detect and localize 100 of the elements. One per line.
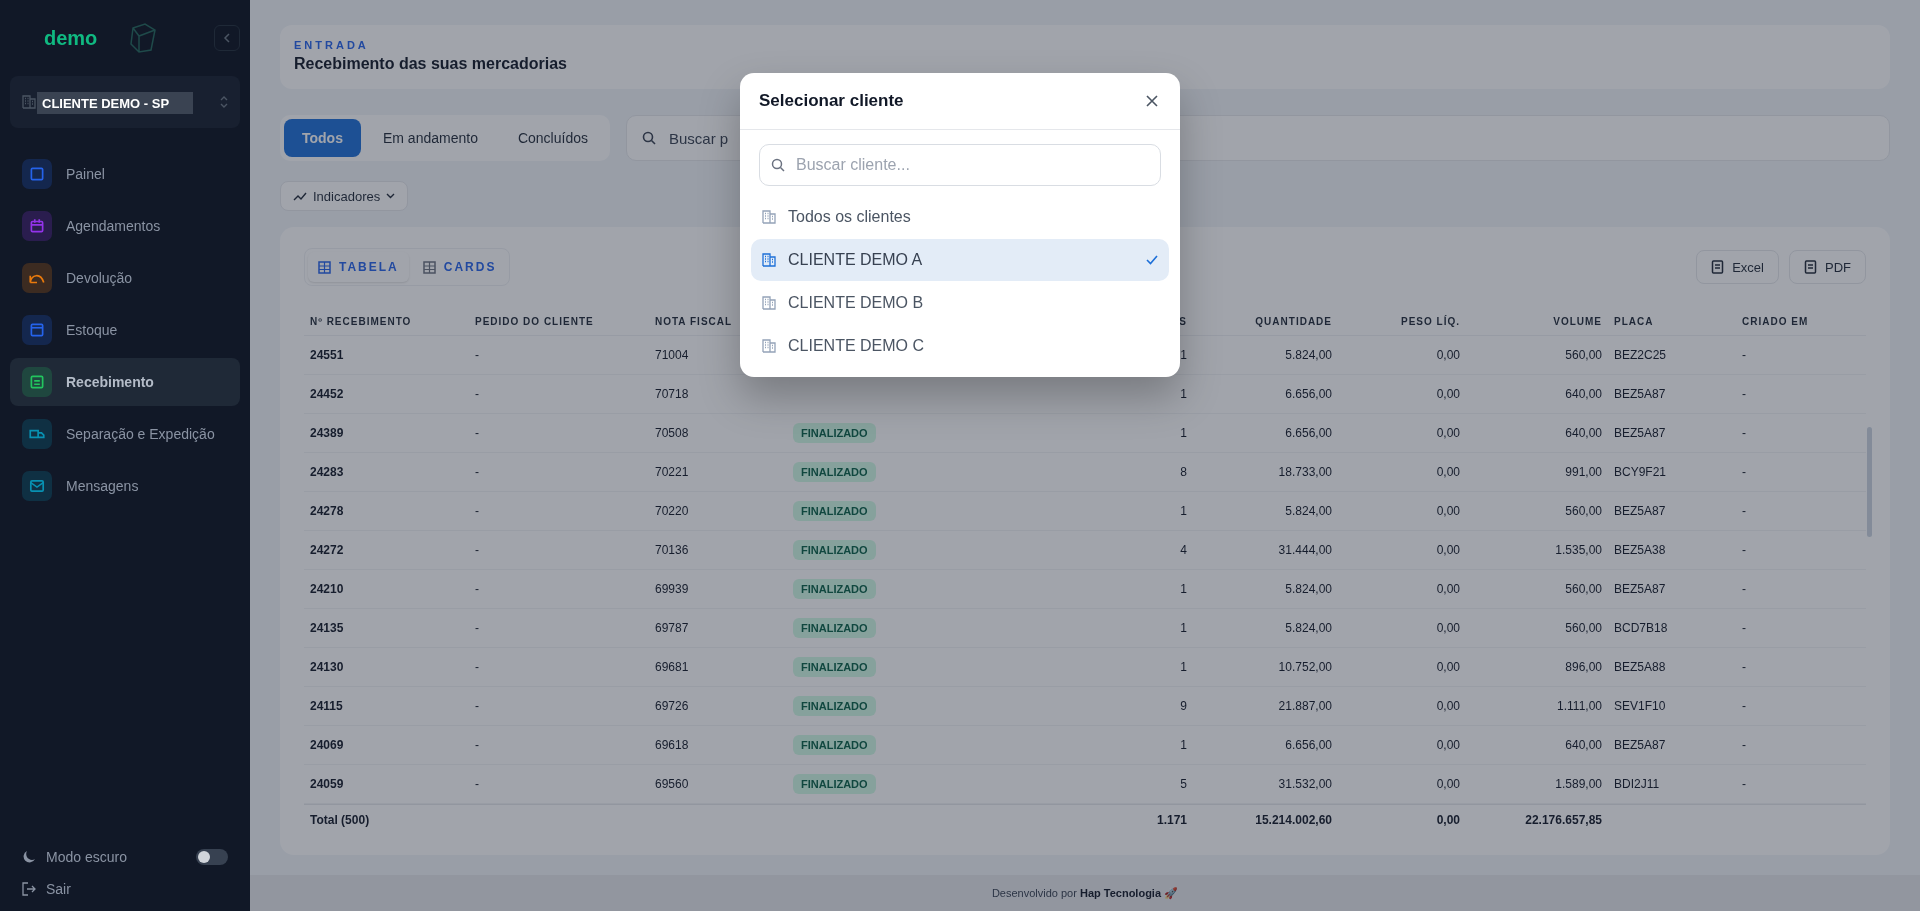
status-badge: FINALIZADO: [793, 579, 876, 599]
nav-label: Painel: [66, 166, 105, 182]
table-cell: 5.824,00: [1193, 609, 1338, 648]
table-cell: 1.111,00: [1466, 687, 1608, 726]
table-cell: 1: [967, 648, 1193, 687]
table-cell: -: [1736, 726, 1866, 765]
table-cell: BEZ5A87: [1608, 414, 1736, 453]
nav-label: Estoque: [66, 322, 118, 338]
table-cell: 640,00: [1466, 414, 1608, 453]
total-label: Total (500): [304, 804, 469, 835]
table-cell: BEZ5A87: [1608, 570, 1736, 609]
table-cell: 9: [967, 687, 1193, 726]
table-cell: -: [469, 687, 649, 726]
table-cell: BEZ5A87: [1608, 492, 1736, 531]
table-cell: BEZ5A88: [1608, 648, 1736, 687]
table-cell: 6.656,00: [1193, 726, 1338, 765]
table-cell: 21.887,00: [1193, 687, 1338, 726]
nav-label: Recebimento: [66, 374, 154, 390]
table-cell: -: [1736, 453, 1866, 492]
table-cell: -: [1736, 687, 1866, 726]
table-cell: -: [469, 531, 649, 570]
table-cell: 31.532,00: [1193, 765, 1338, 804]
table-cell: -: [469, 375, 649, 414]
table-cell: -: [469, 765, 649, 804]
table-cell: BCY9F21: [1608, 453, 1736, 492]
table-cell: -: [469, 609, 649, 648]
table-cell: 1.589,00: [1466, 765, 1608, 804]
nav-label: Separação e Expedição: [66, 426, 215, 442]
table-cell: 560,00: [1466, 609, 1608, 648]
nav-label: Agendamentos: [66, 218, 161, 234]
table-cell: 24272: [304, 531, 469, 570]
total-cell: 1.171: [967, 804, 1193, 835]
table-cell: -: [1736, 609, 1866, 648]
nav-label: Devolução: [66, 270, 133, 286]
table-cell: 0,00: [1338, 726, 1466, 765]
table-cell: -: [1736, 765, 1866, 804]
table-cell: 0,00: [1338, 765, 1466, 804]
table-cell: 1: [967, 570, 1193, 609]
table-cell: 69939: [649, 570, 787, 609]
table-cell: 1: [967, 414, 1193, 453]
status-badge: FINALIZADO: [793, 696, 876, 716]
table-cell: -: [1736, 648, 1866, 687]
table-cell: -: [469, 453, 649, 492]
status-badge: FINALIZADO: [793, 462, 876, 482]
table-cell: -: [469, 336, 649, 375]
dialog-title: Selecionar cliente: [759, 91, 904, 111]
table-cell: 5.824,00: [1193, 570, 1338, 609]
table-cell: -: [1736, 492, 1866, 531]
table-cell: -: [469, 726, 649, 765]
table-cell: BEZ5A87: [1608, 375, 1736, 414]
total-cell: 22.176.657,85: [1466, 804, 1608, 835]
table-cell: 896,00: [1466, 648, 1608, 687]
table-cell: 69560: [649, 765, 787, 804]
table-cell: 8: [967, 453, 1193, 492]
logo-text: demo: [44, 26, 98, 50]
client-tooltip: CLIENTE DEMO - SP: [37, 92, 193, 114]
table-cell: 24135: [304, 609, 469, 648]
table-cell: 0,00: [1338, 492, 1466, 531]
table-cell: 0,00: [1338, 414, 1466, 453]
table-cell: BEZ5A38: [1608, 531, 1736, 570]
table-cell: -: [1736, 531, 1866, 570]
table-cell: 31.444,00: [1193, 531, 1338, 570]
table-cell: 10.752,00: [1193, 648, 1338, 687]
table-cell: 70508: [649, 414, 787, 453]
table-cell: 1: [967, 726, 1193, 765]
table-cell: BEZ5A87: [1608, 726, 1736, 765]
table-cell: 991,00: [1466, 453, 1608, 492]
page-title: Recebimento das suas mercadorias: [294, 55, 568, 73]
table-cell: -: [469, 570, 649, 609]
table-cell: -: [469, 648, 649, 687]
table-cell: 640,00: [1466, 375, 1608, 414]
footer-credit: Desenvolvido por Hap Tecnologia 🚀: [991, 886, 1179, 900]
table-cell: 560,00: [1466, 492, 1608, 531]
table-cell: 69726: [649, 687, 787, 726]
table-cell: 1.535,00: [1466, 531, 1608, 570]
table-cell: 6.656,00: [1193, 414, 1338, 453]
table-cell: 24278: [304, 492, 469, 531]
table-cell: 1: [967, 609, 1193, 648]
table-cell: 0,00: [1338, 531, 1466, 570]
status-badge: FINALIZADO: [793, 657, 876, 677]
table-cell: 24389: [304, 414, 469, 453]
table-cell: 4: [967, 531, 1193, 570]
status-badge: FINALIZADO: [793, 618, 876, 638]
table-cell: 5: [967, 765, 1193, 804]
table-cell: -: [1736, 570, 1866, 609]
table-cell: 0,00: [1338, 453, 1466, 492]
table-cell: 24069: [304, 726, 469, 765]
table-cell: 69787: [649, 609, 787, 648]
table-cell: 70221: [649, 453, 787, 492]
table-cell: 0,00: [1338, 375, 1466, 414]
section-eyebrow: ENTRADA: [294, 39, 370, 51]
table-cell: 69618: [649, 726, 787, 765]
status-badge: FINALIZADO: [793, 423, 876, 443]
table-cell: BEZ2C25: [1608, 336, 1736, 375]
table-cell: -: [469, 492, 649, 531]
table-cell: -: [1736, 336, 1866, 375]
table-cell: 69681: [649, 648, 787, 687]
table-cell: 0,00: [1338, 570, 1466, 609]
table-cell: BDI2J11: [1608, 765, 1736, 804]
status-badge: FINALIZADO: [793, 540, 876, 560]
